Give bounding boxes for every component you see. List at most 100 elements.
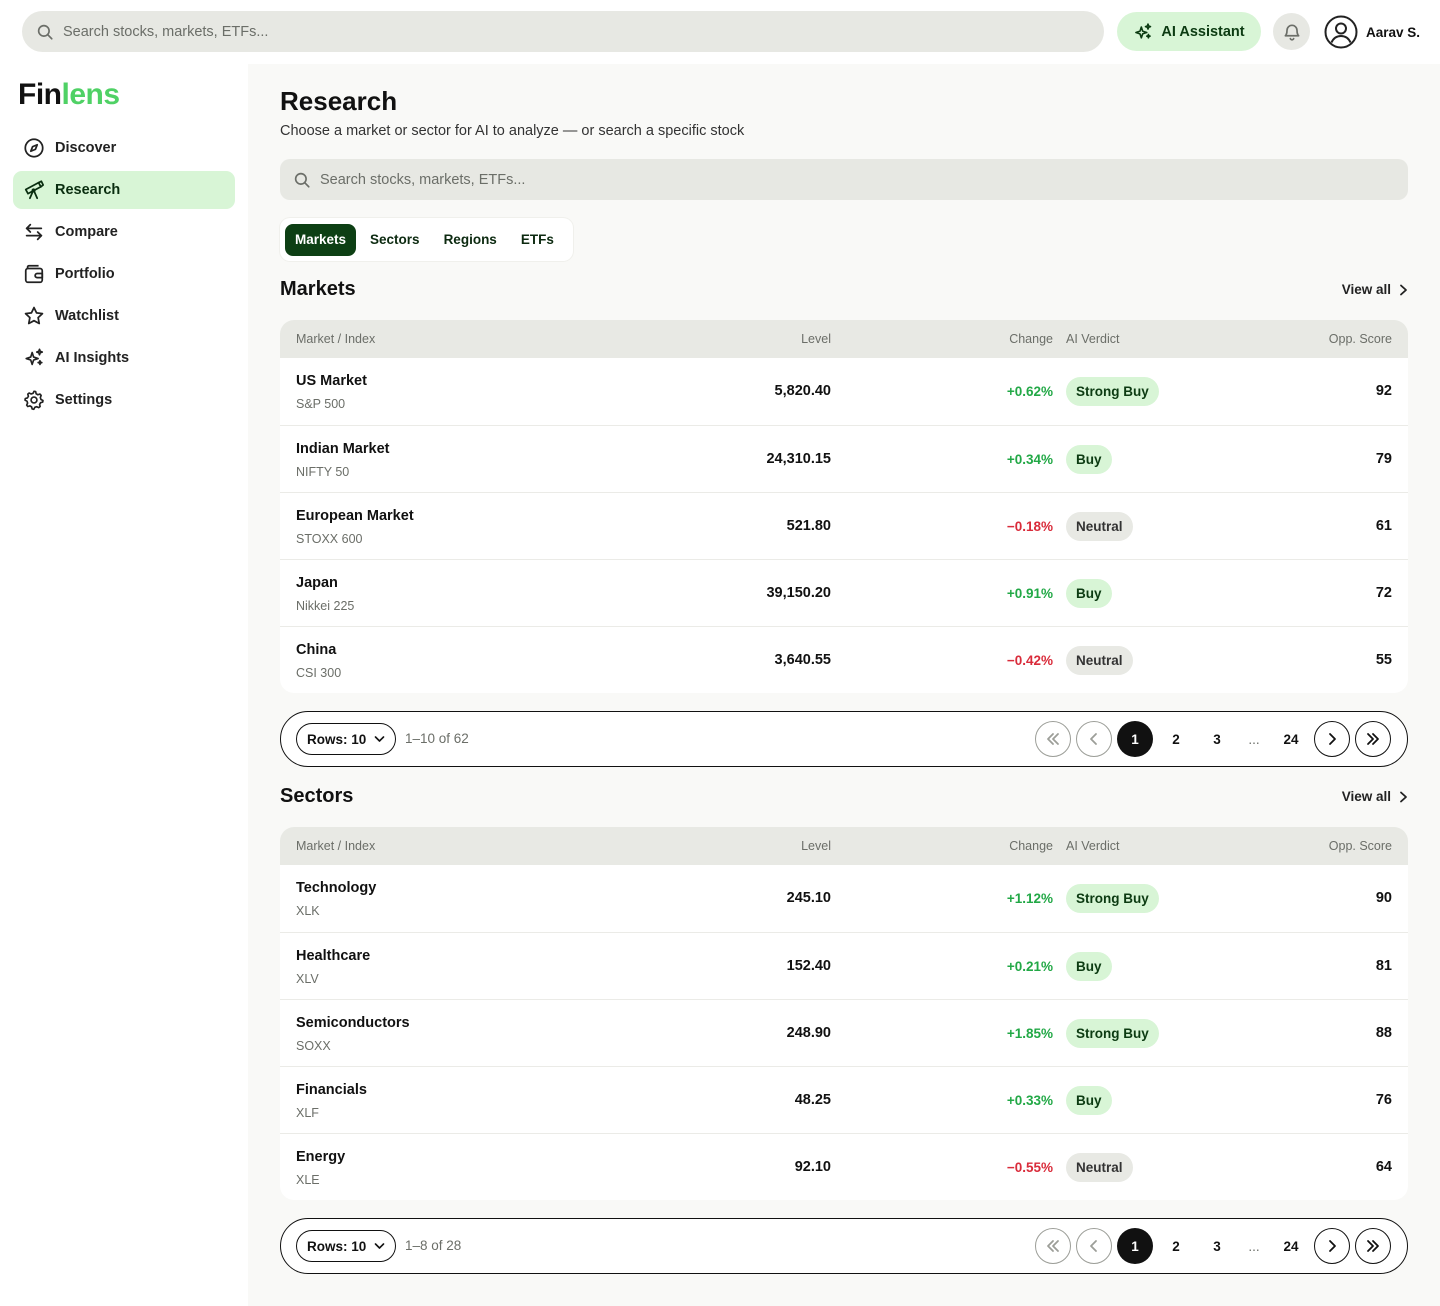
row-level: 521.80 xyxy=(786,518,831,534)
ai-assistant-button[interactable]: AI Assistant xyxy=(1117,12,1261,51)
row-name: US Market xyxy=(296,373,367,389)
table-row[interactable]: Indian Market NIFTY 50 24,310.15 +0.34% Buy 7… xyxy=(280,425,1408,492)
tab-markets[interactable]: Markets xyxy=(285,223,357,256)
chevrons-left-icon xyxy=(1047,733,1059,745)
table-row[interactable]: Energy XLE 92.10 −0.55% Neutral 64 xyxy=(280,1133,1408,1200)
chevron-right-icon xyxy=(1329,733,1336,745)
markets-pagination: Rows: 10 1–10 of 62 1 2 3... 24 xyxy=(280,711,1408,767)
row-level: 24,310.15 xyxy=(766,451,831,467)
sectors-view-all-link[interactable]: View all xyxy=(1342,789,1408,804)
next-page-button[interactable] xyxy=(1314,721,1350,757)
table-header: Market / Index Level Change AI Verdict O… xyxy=(280,320,1408,358)
row-score: 72 xyxy=(1375,585,1392,601)
page-button-3[interactable]: 3 xyxy=(1199,1228,1235,1264)
col-header-name: Market / Index xyxy=(296,332,376,346)
last-page-button[interactable] xyxy=(1355,1228,1391,1264)
row-index: Nikkei 225 xyxy=(296,599,355,613)
arrows-swap-icon xyxy=(25,223,43,241)
sidebar-item-label: Compare xyxy=(55,224,118,240)
prev-page-button[interactable] xyxy=(1076,1228,1112,1264)
row-name: Energy xyxy=(296,1149,346,1165)
table-row[interactable]: Financials XLF 48.25 +0.33% Buy 76 xyxy=(280,1066,1408,1133)
table-header: Market / Index Level Change AI Verdict O… xyxy=(280,827,1408,865)
page-button-1[interactable]: 1 xyxy=(1117,721,1153,757)
table-row[interactable]: European Market STOXX 600 521.80 −0.18% Neut… xyxy=(280,492,1408,559)
page-button-2[interactable]: 2 xyxy=(1158,721,1194,757)
sidebar-item-settings[interactable]: Settings xyxy=(13,381,235,419)
rows-per-page-select[interactable]: Rows: 10 xyxy=(296,723,397,755)
sidebar-item-label: Discover xyxy=(55,140,117,156)
row-change: +0.33% xyxy=(1006,1093,1053,1108)
sidebar-item-watchlist[interactable]: Watchlist xyxy=(13,297,235,335)
sidebar-nav: Discover Research Compare Portfolio Watc… xyxy=(13,129,235,423)
main-content: Research Choose a market or sector for A… xyxy=(248,64,1440,1306)
category-tabs: Markets Sectors Regions ETFs xyxy=(280,218,573,261)
tab-sectors[interactable]: Sectors xyxy=(360,224,430,256)
telescope-icon xyxy=(24,180,45,200)
sidebar-item-label: Settings xyxy=(55,392,113,408)
verdict-badge: Neutral xyxy=(1066,646,1133,675)
next-page-button[interactable] xyxy=(1314,1228,1350,1264)
row-score: 92 xyxy=(1375,383,1392,399)
prev-page-button[interactable] xyxy=(1076,721,1112,757)
row-change: +1.85% xyxy=(1006,1026,1053,1041)
sidebar-item-discover[interactable]: Discover xyxy=(13,129,235,167)
page-button-3[interactable]: 3 xyxy=(1199,721,1235,757)
page-button-1[interactable]: 1 xyxy=(1117,1228,1153,1264)
research-search-input[interactable] xyxy=(320,171,1408,188)
table-row[interactable]: Technology XLK 245.10 +1.12% Strong Buy 90 xyxy=(280,865,1408,932)
first-page-button[interactable] xyxy=(1035,1228,1071,1264)
star-icon xyxy=(24,306,44,325)
ai-assistant-label: AI Assistant xyxy=(1161,23,1245,40)
table-row[interactable]: Semiconductors SOXX 248.90 +1.85% Strong Buy… xyxy=(280,999,1408,1066)
chevrons-left-icon xyxy=(1047,1240,1059,1252)
row-score: 81 xyxy=(1375,958,1392,974)
verdict-badge: Neutral xyxy=(1066,512,1133,541)
rows-per-page-select[interactable]: Rows: 10 xyxy=(296,1230,397,1262)
table-row[interactable]: Japan Nikkei 225 39,150.20 +0.91% Buy 72 xyxy=(280,559,1408,626)
page-button-2[interactable]: 2 xyxy=(1158,1228,1194,1264)
first-page-button[interactable] xyxy=(1035,721,1071,757)
row-name: Japan xyxy=(296,575,338,591)
sidebar-item-research[interactable]: Research xyxy=(13,171,235,209)
global-search[interactable] xyxy=(22,11,1104,52)
sectors-table: Market / Index Level Change AI Verdict O… xyxy=(280,827,1408,1200)
sidebar-item-ai-insights[interactable]: AI Insights xyxy=(13,339,235,377)
last-page-button[interactable] xyxy=(1355,721,1391,757)
bell-icon xyxy=(1284,24,1299,41)
section-title: Sectors xyxy=(280,785,354,807)
table-row[interactable]: US Market S&P 500 5,820.40 +0.62% Strong Buy… xyxy=(280,358,1408,425)
pagination-range: 1–8 of 28 xyxy=(405,1238,462,1253)
brand-logo[interactable]: Finlens xyxy=(18,78,120,112)
markets-view-all-link[interactable]: View all xyxy=(1342,282,1408,297)
row-score: 61 xyxy=(1375,518,1392,534)
row-index: XLV xyxy=(296,972,319,986)
row-change: +0.91% xyxy=(1006,586,1053,601)
col-header-level: Level xyxy=(801,839,831,853)
row-name: Technology xyxy=(296,880,377,896)
table-row[interactable]: Healthcare XLV 152.40 +0.21% Buy 81 xyxy=(280,932,1408,999)
global-search-input[interactable] xyxy=(63,23,1104,40)
research-search[interactable] xyxy=(280,159,1408,200)
tab-etfs[interactable]: ETFs xyxy=(511,224,564,256)
table-body: Technology XLK 245.10 +1.12% Strong Buy 90 Hea… xyxy=(280,865,1408,1200)
sidebar-item-portfolio[interactable]: Portfolio xyxy=(13,255,235,293)
tab-regions[interactable]: Regions xyxy=(434,224,507,256)
row-score: 55 xyxy=(1375,652,1392,668)
sidebar-item-label: Watchlist xyxy=(55,308,119,324)
rows-per-page-label: Rows: 10 xyxy=(307,731,367,747)
notifications-button[interactable] xyxy=(1273,13,1310,50)
row-level: 248.90 xyxy=(786,1025,831,1041)
page-button-24[interactable]: 24 xyxy=(1273,1228,1309,1264)
sidebar-item-compare[interactable]: Compare xyxy=(13,213,235,251)
chevron-left-icon xyxy=(1090,1240,1097,1252)
user-name: Aarav S. xyxy=(1366,24,1421,40)
table-row[interactable]: China CSI 300 3,640.55 −0.42% Neutral 55 xyxy=(280,626,1408,693)
user-menu[interactable]: Aarav S. xyxy=(1324,14,1420,50)
search-icon xyxy=(294,172,310,188)
row-level: 152.40 xyxy=(786,958,831,974)
chevron-down-icon xyxy=(374,1243,385,1249)
page-button-24[interactable]: 24 xyxy=(1273,721,1309,757)
row-level: 3,640.55 xyxy=(774,652,831,668)
verdict-badge: Buy xyxy=(1066,579,1112,608)
